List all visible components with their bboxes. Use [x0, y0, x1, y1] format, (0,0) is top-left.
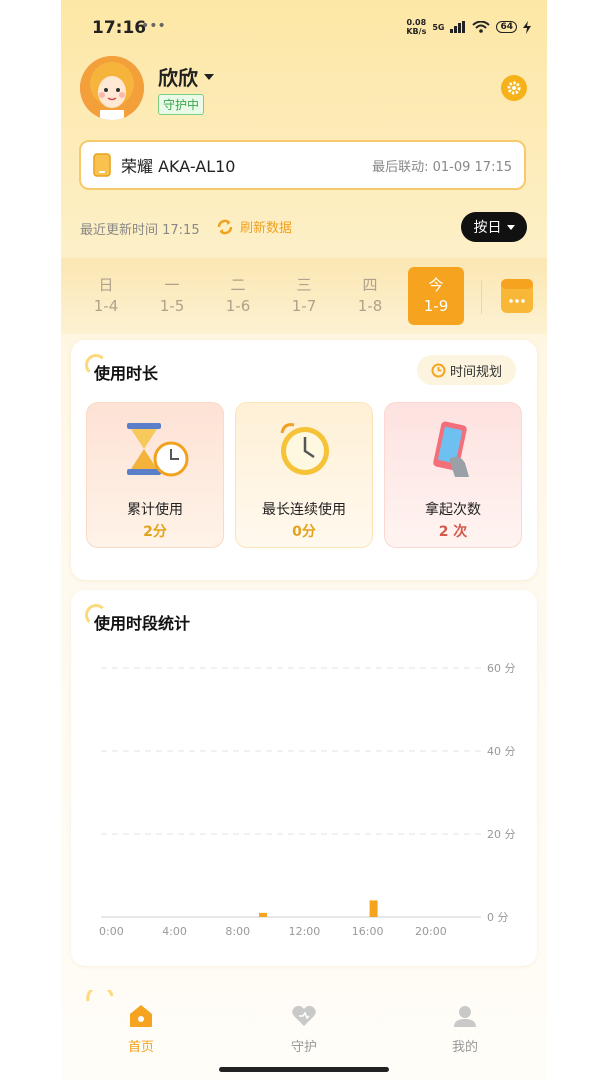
day-date: 1-7	[291, 297, 317, 315]
usage-title: 使用时长	[94, 364, 159, 383]
app-screen: 17:16 ••• 0.08 KB/s 5G 64 欣欣 守护中 荣耀 AKA-…	[61, 0, 547, 1080]
device-last-sync: 最后联动: 01-09 17:15	[372, 159, 512, 175]
refresh-icon	[217, 219, 233, 234]
status-time: 17:16	[92, 18, 147, 38]
day-date: 1-8	[357, 297, 383, 315]
tile-label: 累计使用	[127, 502, 183, 518]
status-indicators: 0.08 KB/s 5G 64	[406, 18, 531, 36]
avatar-girl-icon	[80, 56, 144, 120]
device-name: 荣耀 AKA-AL10	[121, 157, 236, 176]
avatar[interactable]	[80, 56, 144, 120]
chart-bar	[259, 912, 267, 917]
settings-button[interactable]	[501, 75, 527, 101]
user-icon	[454, 1006, 476, 1027]
tile-value: 2分	[143, 524, 167, 540]
period-label: 按日	[473, 220, 502, 236]
hourglass-icon	[127, 423, 189, 477]
device-card[interactable]: 荣耀 AKA-AL10 最后联动: 01-09 17:15	[79, 140, 526, 190]
child-name: 欣欣	[158, 66, 198, 90]
battery-icon: 64	[496, 21, 517, 33]
net-speed-unit: KB/s	[406, 27, 427, 36]
day-weekday: 四	[362, 276, 378, 294]
chart-bar	[369, 900, 378, 917]
status-more-icon: •••	[141, 18, 166, 34]
day-item-today[interactable]: 今 1-9	[408, 267, 464, 325]
day-weekday: 日	[98, 276, 114, 294]
nav-home[interactable]: 首页	[101, 1004, 181, 1055]
network-type: 5G	[432, 22, 445, 32]
day-date: 1-6	[225, 297, 251, 315]
nav-label: 我的	[451, 1040, 478, 1055]
phone-icon	[93, 153, 111, 177]
tile-label: 拿起次数	[425, 502, 481, 518]
day-item[interactable]: 三 1-7	[276, 267, 332, 325]
pickup-count-tile[interactable]: 拿起次数 2 次	[384, 402, 522, 548]
day-weekday: 三	[296, 276, 312, 294]
calendar-button[interactable]	[501, 277, 533, 313]
last-update-text: 最近更新时间 17:15	[80, 223, 200, 238]
section-arc-icon	[86, 990, 114, 1002]
day-item[interactable]: 二 1-6	[210, 267, 266, 325]
net-speed-value: 0.08	[406, 18, 427, 27]
home-indicator[interactable]	[219, 1067, 389, 1072]
day-item[interactable]: 一 1-5	[144, 267, 200, 325]
dropdown-arrow-icon	[204, 73, 214, 80]
phone-in-hand-icon	[433, 421, 469, 477]
day-selector: 日 1-4 一 1-5 二 1-6 三 1-7 四 1-8 今 1-9	[61, 258, 547, 334]
home-icon	[130, 1005, 152, 1027]
clock-icon	[431, 363, 446, 377]
y-tick-label: 40 分	[487, 745, 516, 758]
day-date: 1-4	[93, 297, 119, 315]
x-tick-label: 20:00	[415, 925, 447, 938]
time-plan-button[interactable]: 时间规划	[417, 355, 517, 385]
net-speed: 0.08 KB/s	[406, 18, 426, 36]
day-date: 1-5	[159, 297, 185, 315]
x-tick-label: 12:00	[289, 925, 321, 938]
refresh-button[interactable]: 刷新数据	[216, 217, 292, 236]
signal-icon	[450, 21, 466, 33]
nav-guard[interactable]: 守护	[264, 1004, 344, 1055]
nav-label: 守护	[290, 1040, 317, 1055]
day-item[interactable]: 四 1-8	[342, 267, 398, 325]
nav-profile[interactable]: 我的	[425, 1004, 505, 1055]
nav-label: 首页	[127, 1040, 154, 1055]
day-weekday: 二	[230, 276, 246, 294]
period-selector[interactable]: 按日	[461, 212, 527, 242]
usage-duration-card: 使用时长 时间规划 累计使用 2分 最长连续使用 0分 拿起次数 2 次	[71, 340, 537, 580]
day-weekday: 一	[164, 276, 180, 294]
usage-bar-chart: 60 分 40 分 20 分 0 分 0:00 4:00 8:00 12:00 16:00 20:…	[99, 662, 516, 938]
gear-icon	[507, 81, 521, 95]
wifi-icon	[472, 21, 491, 33]
x-tick-label: 4:00	[162, 925, 187, 938]
calendar-icon	[501, 277, 533, 303]
day-date: 1-9	[423, 297, 449, 315]
child-name-selector[interactable]: 欣欣	[158, 62, 214, 91]
y-tick-label: 60 分	[487, 662, 516, 675]
alarm-clock-icon	[280, 423, 329, 475]
guard-status-badge: 守护中	[158, 94, 205, 115]
x-tick-label: 0:00	[99, 925, 124, 938]
bottom-navigation: 首页 守护 我的	[61, 990, 547, 1060]
usage-period-chart-card: 使用时段统计 60 分 40 分 20 分0 分 0:00 4:00 8:00 12:00 1…	[71, 590, 537, 966]
tile-value: 2 次	[438, 524, 468, 540]
time-plan-label: 时间规划	[450, 364, 503, 380]
divider	[481, 280, 482, 314]
tile-value: 0分	[292, 524, 316, 540]
refresh-label: 刷新数据	[240, 221, 293, 236]
day-weekday: 今	[428, 276, 444, 294]
longest-session-tile[interactable]: 最长连续使用 0分	[235, 402, 373, 548]
total-usage-tile[interactable]: 累计使用 2分	[86, 402, 224, 548]
x-tick-label: 16:00	[352, 925, 384, 938]
y-tick-label: 0 分	[487, 911, 509, 924]
charging-icon	[523, 20, 531, 34]
tile-label: 最长连续使用	[262, 502, 346, 518]
dropdown-arrow-icon	[506, 224, 515, 230]
x-tick-label: 8:00	[225, 925, 250, 938]
y-tick-label: 20 分	[487, 828, 516, 841]
heart-icon	[292, 1005, 316, 1026]
day-item[interactable]: 日 1-4	[78, 267, 134, 325]
